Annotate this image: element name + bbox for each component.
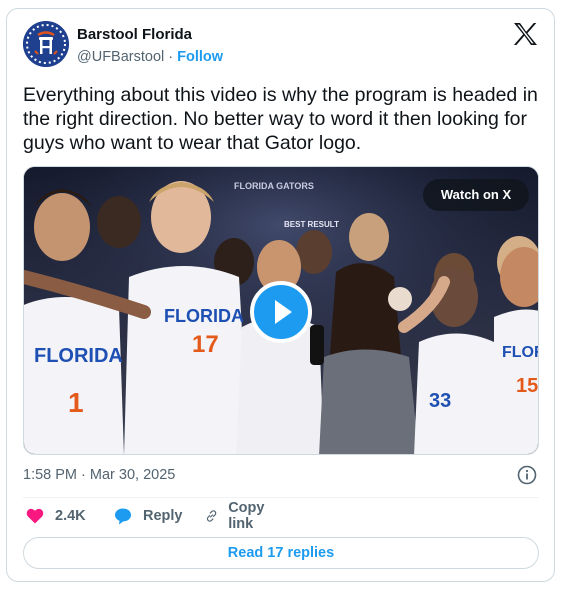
jersey-right-number: 33 xyxy=(429,390,451,412)
author-subline: @UFBarstool · Follow xyxy=(77,47,223,67)
reply-button[interactable]: Reply xyxy=(113,504,183,528)
barstool-logo-icon xyxy=(23,21,69,67)
heart-icon xyxy=(26,508,44,524)
info-icon[interactable] xyxy=(517,465,537,485)
avatar[interactable] xyxy=(23,21,69,67)
timestamp-time: 1:58 PM xyxy=(23,467,77,483)
timestamp[interactable]: 1:58 PM · Mar 30, 2025 xyxy=(23,465,175,485)
dot-separator: · xyxy=(168,49,174,65)
scene-board-text: BEST RESULT xyxy=(284,220,339,229)
author-handle[interactable]: @UFBarstool xyxy=(77,49,164,65)
author-block: Barstool Florida @UFBarstool · Follow xyxy=(77,25,223,67)
jersey-left-text: FLORIDA xyxy=(34,345,123,367)
play-icon xyxy=(275,300,292,324)
divider xyxy=(23,497,539,498)
scene-banner-text: FLORIDA GATORS xyxy=(234,181,314,191)
x-logo-icon[interactable] xyxy=(513,23,537,45)
watch-on-x-button[interactable]: Watch on X xyxy=(423,179,529,211)
like-button[interactable]: 2.4K xyxy=(25,504,86,528)
timestamp-separator: · xyxy=(81,467,86,483)
jersey-center-text: FLORIDA xyxy=(164,306,244,326)
read-replies-button[interactable]: Read 17 replies xyxy=(23,537,539,569)
copy-link-button[interactable]: Copy link xyxy=(205,500,271,532)
jersey-center-number: 17 xyxy=(192,331,219,358)
tweet-card: Barstool Florida @UFBarstool · Follow Ev… xyxy=(6,8,555,582)
like-count: 2.4K xyxy=(55,508,86,524)
jersey-far-right-number: 15 xyxy=(516,375,538,397)
timestamp-date: Mar 30, 2025 xyxy=(89,467,176,483)
jersey-left-number: 1 xyxy=(68,387,84,418)
reply-label: Reply xyxy=(143,508,183,524)
video-player[interactable]: FLORIDA GATORS BEST RESULT FLORIDA 1 FLO… xyxy=(23,166,539,455)
copy-link-label: Copy link xyxy=(228,500,265,532)
link-icon xyxy=(206,510,217,522)
jersey-far-right-text: FLORIDA xyxy=(502,344,539,361)
reply-bubble-icon xyxy=(115,508,131,525)
author-name[interactable]: Barstool Florida xyxy=(77,25,223,44)
tweet-text: Everything about this video is why the p… xyxy=(23,84,538,154)
play-button[interactable] xyxy=(250,281,312,343)
follow-button[interactable]: Follow xyxy=(177,49,223,65)
